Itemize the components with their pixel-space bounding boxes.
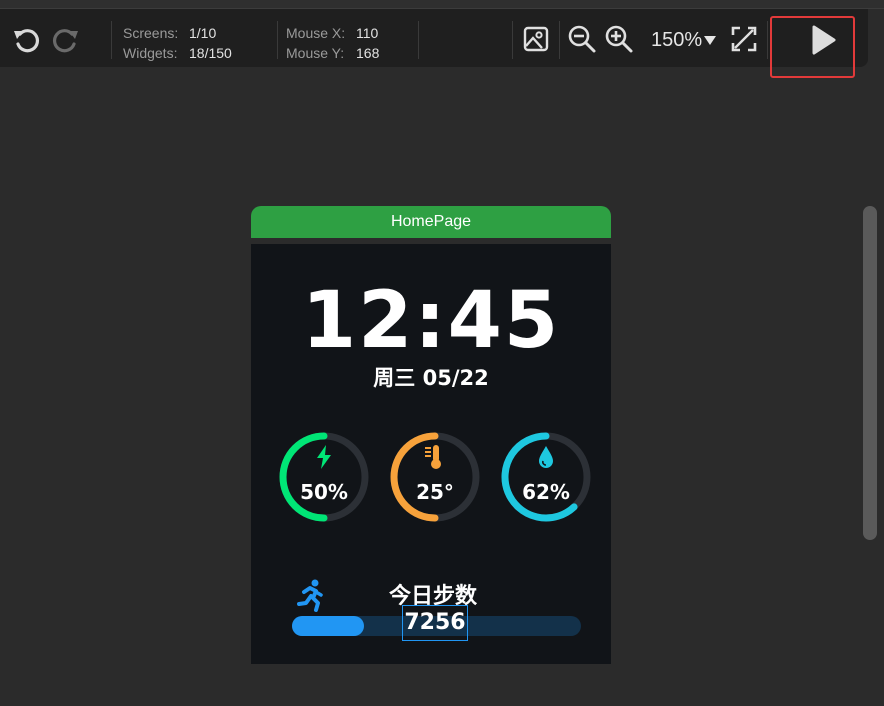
title-strip	[0, 0, 884, 9]
mouse-y-stat: Mouse Y: 168	[286, 43, 379, 63]
steps-progress-fill	[292, 616, 365, 636]
undo-icon[interactable]	[10, 23, 44, 57]
widgets-value: 18/150	[189, 45, 232, 61]
mouse-y-label: Mouse Y:	[286, 45, 345, 61]
mouse-x-label: Mouse X:	[286, 25, 346, 41]
temperature-value: 25°	[416, 480, 454, 504]
humidity-value: 62%	[522, 480, 570, 504]
screens-value: 1/10	[189, 25, 217, 41]
redo-icon[interactable]	[48, 23, 82, 57]
widgets-label: Widgets:	[123, 45, 178, 61]
device-screen: 12:45 周三 05/22 50% 25° 62% 今日步数 7256	[251, 244, 611, 664]
screens-label: Screens:	[123, 25, 179, 41]
toolbar-separator	[559, 21, 560, 59]
humidity-gauge: 62%	[498, 429, 594, 525]
battery-value: 50%	[300, 480, 348, 504]
mouse-x-value: 110	[356, 25, 379, 41]
clock-date: 周三 05/22	[373, 366, 489, 390]
zoom-dropdown[interactable]: 150%	[651, 29, 702, 52]
page-title-tab[interactable]: HomePage	[251, 206, 611, 238]
zoom-out-icon[interactable]	[566, 23, 598, 55]
toolbar-separator	[512, 21, 513, 59]
toolbar-separator	[277, 21, 278, 59]
toolbar-separator	[111, 21, 112, 59]
toolbar-separator	[418, 21, 419, 59]
chevron-down-icon[interactable]	[704, 36, 716, 45]
fit-screen-icon[interactable]	[728, 23, 760, 55]
thermometer-icon	[421, 443, 449, 471]
play-button-highlight	[770, 16, 855, 78]
water-drop-icon	[532, 443, 560, 471]
mouse-y-value: 168	[356, 45, 380, 61]
image-icon[interactable]	[520, 23, 552, 55]
clock-time: 12:45	[301, 276, 561, 366]
widgets-stat: Widgets: 18/150	[123, 43, 232, 63]
steps-value[interactable]: 7256	[402, 605, 468, 641]
temperature-gauge: 25°	[387, 429, 483, 525]
battery-gauge: 50%	[276, 429, 372, 525]
zoom-in-icon[interactable]	[603, 23, 635, 55]
toolbar: Screens: 1/10 Widgets: 18/150 Mouse X: 1…	[0, 9, 868, 67]
battery-bolt-icon	[310, 443, 338, 471]
screens-stat: Screens: 1/10	[123, 23, 216, 43]
mouse-x-stat: Mouse X: 110	[286, 23, 378, 43]
vertical-scrollbar[interactable]	[863, 206, 877, 540]
toolbar-separator	[767, 21, 768, 59]
